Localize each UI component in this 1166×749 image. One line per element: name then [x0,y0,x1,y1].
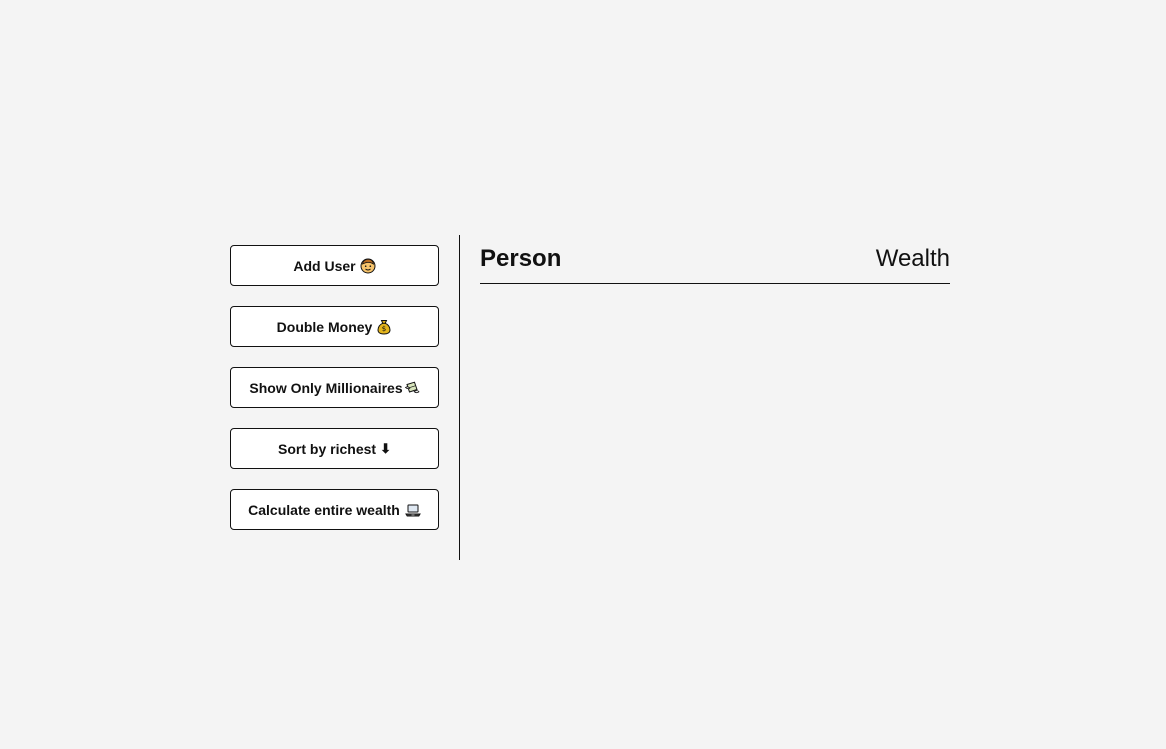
svg-text:$: $ [382,325,386,333]
double-money-button[interactable]: Double Money $ [230,306,439,347]
laptop-icon [404,502,421,518]
show-only-millionaires-label: Show Only Millionaires [249,379,403,396]
wealth-column-header: Wealth [875,245,950,272]
action-sidebar: Add User Double Money $ Show Only Millio… [220,235,460,560]
add-user-button[interactable]: Add User [230,245,439,286]
person-column-header: Person [480,245,562,272]
money-bag-icon: $ [376,319,392,335]
money-with-wings-icon [404,380,420,396]
show-only-millionaires-button[interactable]: Show Only Millionaires [230,367,439,408]
wealth-table: Person Wealth [480,235,950,560]
calculate-entire-wealth-button[interactable]: Calculate entire wealth [230,489,439,530]
add-user-label: Add User [293,257,356,274]
down-arrow-icon: ⬇ [380,441,391,456]
wealth-app: Add User Double Money $ Show Only Millio… [220,235,950,560]
sort-by-richest-label: Sort by richest [278,440,377,457]
person-face-icon [360,258,376,274]
table-header: Person Wealth [480,243,950,284]
double-money-label: Double Money [276,318,373,335]
sort-by-richest-button[interactable]: Sort by richest ⬇ [230,428,439,469]
calculate-entire-wealth-label: Calculate entire wealth [248,501,400,518]
